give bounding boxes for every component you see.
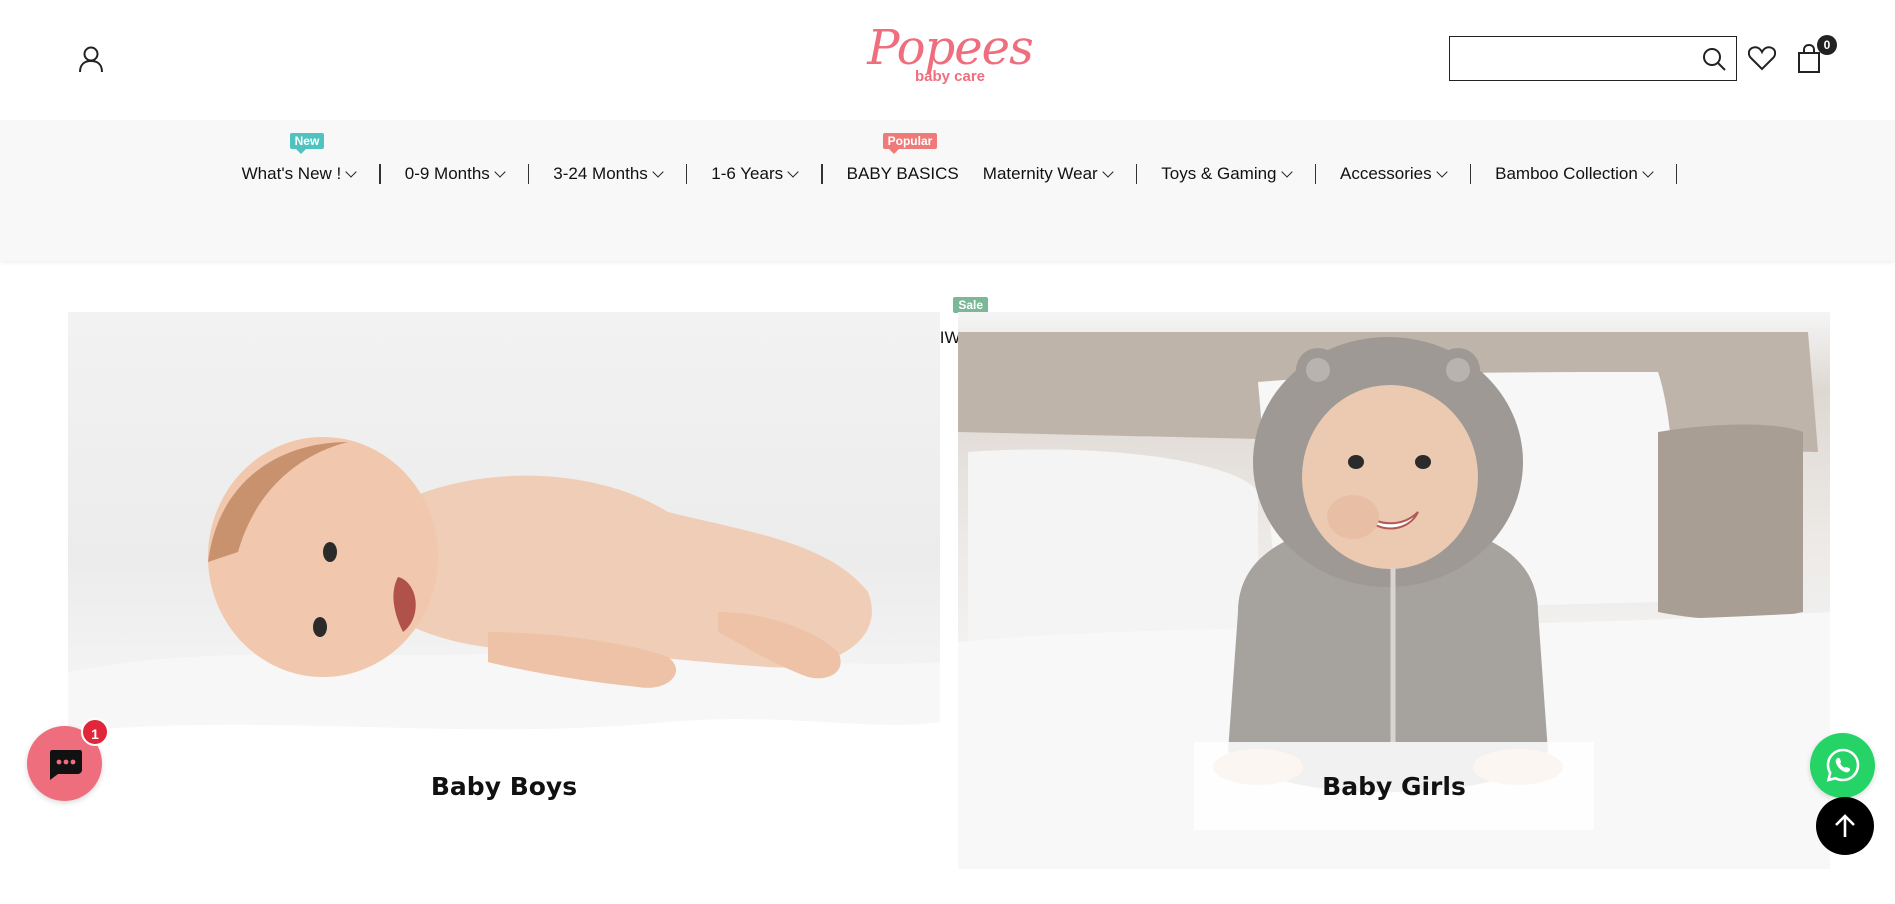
nav-item-3-24-months[interactable]: 3-24 Months [529,159,686,189]
whatsapp-icon [1825,747,1861,788]
chevron-down-icon [787,165,799,178]
account-icon[interactable] [78,45,104,73]
logo-wordmark: Popees [867,20,1033,76]
banner-label[interactable]: Baby Girls [1194,742,1594,830]
main-navigation: New What's New ! 0-9 Months 3-24 Months … [0,120,1895,347]
nav-item-label: Bamboo Collection [1495,164,1638,183]
whatsapp-button[interactable] [1810,733,1875,798]
nav-item-baby-basics[interactable]: Popular BABY BASICS [823,133,983,189]
nav-item-label: BABY BASICS [846,164,959,183]
chevron-down-icon [494,165,506,178]
chevron-down-icon [1102,165,1114,178]
nav-tag-popular: Popular [882,133,938,154]
nav-item-0-9-months[interactable]: 0-9 Months [381,159,528,189]
nav-item-1-6-years[interactable]: 1-6 Years [687,159,821,189]
wishlist-heart-icon[interactable] [1747,45,1777,71]
nav-tag-sale: Sale [953,297,989,318]
search-icon[interactable] [1702,47,1726,71]
search-input[interactable] [1460,45,1690,73]
nav-item-label: Accessories [1340,164,1432,183]
chevron-down-icon [1435,165,1448,178]
cart-count-badge: 0 [1817,35,1837,55]
nav-item-maternity-wear[interactable]: Maternity Wear [983,159,1136,189]
arrow-up-icon [1834,813,1856,844]
nav-item-label: Maternity Wear [982,164,1098,183]
search-box [1449,36,1737,81]
back-to-top-button[interactable] [1816,797,1874,855]
nav-item-bamboo-collection[interactable]: Bamboo Collection [1471,159,1676,189]
chat-bubble-icon [46,746,84,787]
category-banner-baby-girls[interactable]: Baby Girls [958,312,1830,869]
nav-item-label: 1-6 Years [711,164,784,183]
banner-label[interactable]: Baby Boys [304,742,704,830]
category-banner-baby-boys[interactable]: Baby Boys [68,312,940,869]
logo[interactable]: Popees baby care [866,24,1034,90]
nav-item-accessories[interactable]: Accessories [1316,159,1470,189]
site-header: Popees baby care 0 [0,0,1895,120]
nav-item-label: What's New ! [241,164,342,183]
chat-notification-badge: 1 [81,718,109,746]
nav-item-label: 0-9 Months [404,164,490,183]
chevron-down-icon [345,165,357,178]
nav-item-label: Toys & Gaming [1161,164,1277,183]
nav-item-whats-new[interactable]: New What's New ! [218,133,380,189]
nav-tag-new: New [289,133,325,154]
chevron-down-icon [652,165,664,178]
chevron-down-icon [1642,165,1654,178]
nav-item-toys-gaming[interactable]: Toys & Gaming [1137,159,1314,189]
nav-item-label: 3-24 Months [553,164,648,183]
nav-divider [1675,164,1678,184]
nav-row: New What's New ! 0-9 Months 3-24 Months … [0,133,1895,204]
chevron-down-icon [1280,165,1293,178]
